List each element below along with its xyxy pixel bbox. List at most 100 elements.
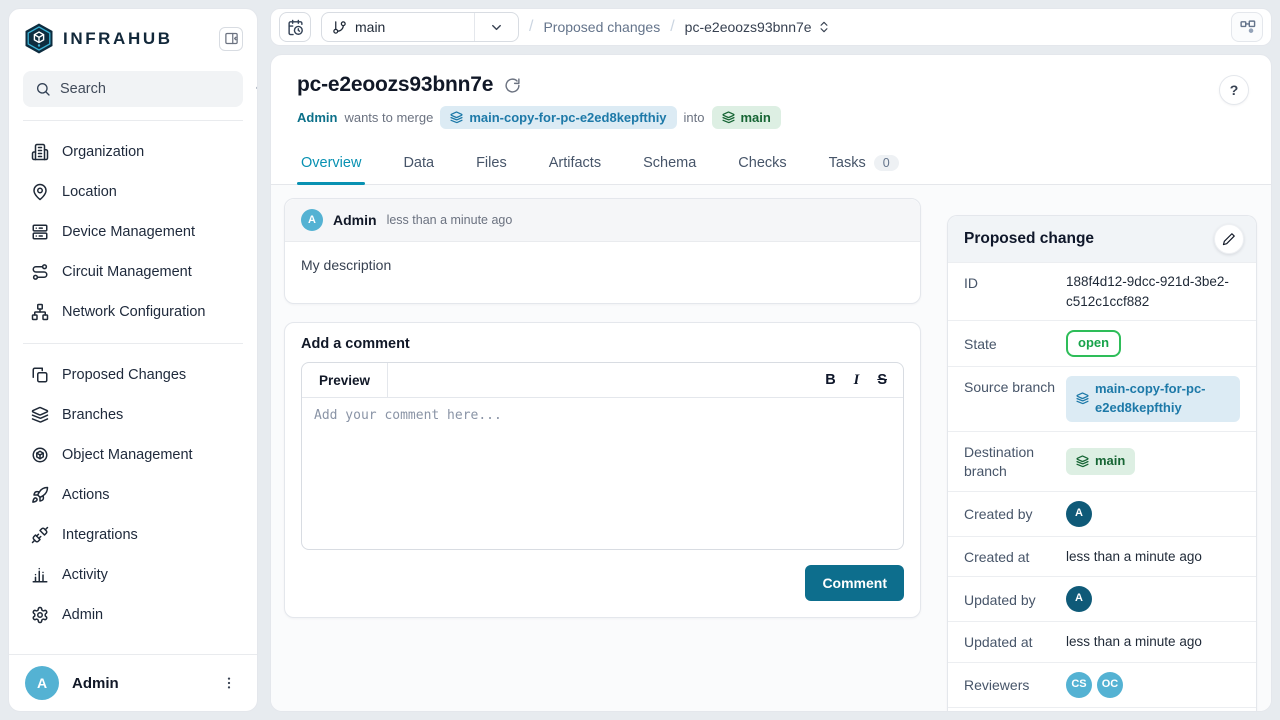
brand-name: INFRAHUB	[63, 29, 219, 49]
sidebar-item-integrations[interactable]: Integrations	[21, 515, 245, 555]
detail-row-state: State open	[948, 320, 1256, 366]
comment-submit-button[interactable]: Comment	[805, 565, 904, 601]
building-icon	[31, 143, 49, 161]
cube-icon	[31, 446, 49, 464]
editor-toolbar: Preview B I S	[302, 363, 903, 398]
refresh-icon[interactable]	[504, 77, 521, 94]
created-by-avatar: A	[1066, 501, 1092, 527]
sidebar-nav-primary: Organization Location Device Management …	[9, 121, 257, 343]
sidebar-item-proposed-changes[interactable]: Proposed Changes	[21, 355, 245, 395]
comment-avatar: A	[301, 209, 323, 231]
branch-selector-caret[interactable]	[474, 13, 518, 41]
sidebar-collapse-button[interactable]	[219, 27, 243, 51]
breadcrumb-current[interactable]: pc-e2eoozs93bnn7e	[685, 19, 831, 35]
time-travel-button[interactable]	[279, 12, 311, 42]
tab-label: Files	[476, 155, 507, 171]
sidebar-item-device-management[interactable]: Device Management	[21, 212, 245, 252]
source-branch-badge[interactable]: main-copy-for-pc-e2ed8kepfthiy	[440, 106, 676, 129]
help-button[interactable]: ?	[1219, 75, 1249, 105]
search-box[interactable]: ^K	[23, 71, 243, 107]
left-column: A Admin less than a minute ago My descri…	[284, 198, 921, 711]
workflow-button[interactable]	[1231, 12, 1263, 42]
comment-textarea[interactable]	[302, 398, 903, 549]
kebab-icon	[221, 675, 237, 691]
tab-tasks[interactable]: Tasks 0	[827, 144, 901, 184]
destination-branch-badge[interactable]: main	[1066, 448, 1135, 475]
tab-artifacts[interactable]: Artifacts	[547, 144, 603, 184]
sidebar-item-branches[interactable]: Branches	[21, 395, 245, 435]
tasks-count-badge: 0	[874, 155, 899, 171]
search-input[interactable]	[60, 81, 247, 97]
sidebar-item-label: Circuit Management	[62, 264, 192, 280]
panel-collapse-icon	[224, 31, 239, 46]
italic-button[interactable]: I	[854, 373, 860, 388]
sidebar-item-location[interactable]: Location	[21, 172, 245, 212]
sidebar-item-admin[interactable]: Admin	[21, 595, 245, 635]
gear-icon	[31, 606, 49, 624]
route-icon	[31, 263, 49, 281]
tab-bar: Overview Data Files Artifacts Schema Che…	[271, 144, 1271, 185]
right-column: Proposed change ID 188f4d12-9dcc-921d-3b…	[947, 198, 1257, 711]
tab-overview[interactable]: Overview	[299, 144, 363, 184]
merge-text: wants to merge	[344, 110, 433, 125]
detail-row-updated-at: Updated at less than a minute ago	[948, 621, 1256, 662]
tab-label: Artifacts	[549, 155, 601, 171]
destination-branch-badge[interactable]: main	[712, 106, 781, 129]
sidebar-item-label: Proposed Changes	[62, 367, 186, 383]
sidebar-item-network-configuration[interactable]: Network Configuration	[21, 292, 245, 332]
sidebar-item-label: Device Management	[62, 224, 195, 240]
branch-selector[interactable]: main	[321, 12, 519, 42]
strikethrough-button[interactable]: S	[877, 373, 887, 388]
edit-button[interactable]	[1214, 224, 1244, 254]
sidebar-item-organization[interactable]: Organization	[21, 132, 245, 172]
detail-row-source-branch: Source branch main-copy-for-pc-e2ed8kepf…	[948, 366, 1256, 431]
sidebar-user-row: A Admin	[9, 654, 257, 711]
infrahub-logo-icon	[24, 22, 54, 55]
git-branch-icon	[332, 20, 347, 35]
sidebar-item-label: Network Configuration	[62, 304, 205, 320]
user-avatar: A	[25, 666, 59, 700]
detail-row-approved-by: Approved by	[948, 707, 1256, 711]
sidebar-item-label: Location	[62, 184, 117, 200]
panel-title: Proposed change	[964, 230, 1094, 248]
sidebar-item-label: Branches	[62, 407, 123, 423]
bold-button[interactable]: B	[825, 373, 835, 388]
tab-label: Checks	[738, 155, 786, 171]
comment-body: My description	[285, 242, 920, 303]
breadcrumb-proposed-changes[interactable]: Proposed changes	[543, 19, 660, 35]
branch-name: main	[355, 19, 385, 35]
tab-schema[interactable]: Schema	[641, 144, 698, 184]
editor-area	[302, 398, 903, 549]
detail-value-id: 188f4d12-9dcc-921d-3be2-c512c1ccf882	[1066, 272, 1240, 311]
detail-label: Created by	[964, 503, 1066, 525]
sidebar-item-object-management[interactable]: Object Management	[21, 435, 245, 475]
layers-icon	[31, 406, 49, 424]
user-menu-button[interactable]	[217, 671, 241, 695]
preview-tab[interactable]: Preview	[302, 363, 388, 397]
source-branch-badge[interactable]: main-copy-for-pc-e2ed8kepfthiy	[1066, 376, 1240, 422]
calendar-clock-icon	[287, 19, 304, 36]
detail-label: ID	[964, 272, 1066, 294]
comment-timestamp: less than a minute ago	[387, 213, 513, 227]
tab-checks[interactable]: Checks	[736, 144, 788, 184]
sidebar-item-label: Actions	[62, 487, 110, 503]
user-name: Admin	[72, 675, 204, 692]
destination-branch-name: main	[1095, 452, 1125, 471]
reviewer-avatar: CS	[1066, 672, 1092, 698]
source-branch-name: main-copy-for-pc-e2ed8kepfthiy	[1095, 380, 1230, 418]
page-title: pc-e2eoozs93bnn7e	[297, 73, 493, 97]
breadcrumb-separator: /	[529, 18, 533, 36]
sidebar-item-circuit-management[interactable]: Circuit Management	[21, 252, 245, 292]
detail-row-destination-branch: Destination branch main	[948, 431, 1256, 491]
workflow-icon	[1239, 19, 1256, 36]
sidebar-nav-secondary: Proposed Changes Branches Object Managem…	[9, 344, 257, 646]
detail-label: Destination branch	[964, 441, 1066, 482]
detail-row-reviewers: Reviewers CS OC	[948, 662, 1256, 707]
add-comment-card: Add a comment Preview B I S	[284, 322, 921, 618]
tab-data[interactable]: Data	[401, 144, 436, 184]
search-icon	[35, 81, 51, 97]
reviewer-avatar: OC	[1097, 672, 1123, 698]
sidebar-item-activity[interactable]: Activity	[21, 555, 245, 595]
sidebar-item-actions[interactable]: Actions	[21, 475, 245, 515]
tab-files[interactable]: Files	[474, 144, 509, 184]
